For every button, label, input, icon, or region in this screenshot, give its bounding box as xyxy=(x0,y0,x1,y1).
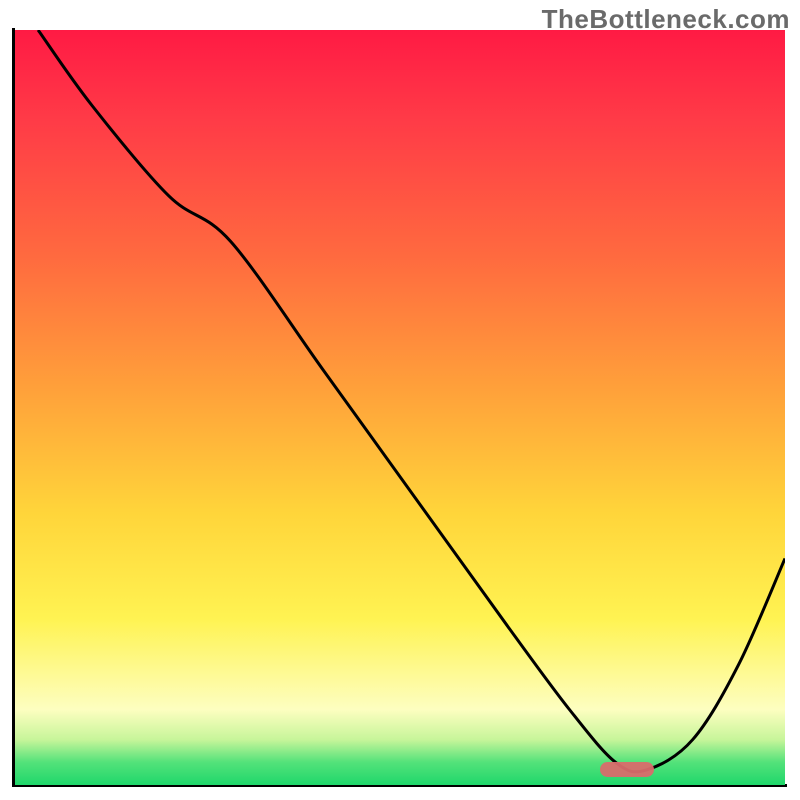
plot-area xyxy=(15,30,785,785)
optimal-marker xyxy=(600,762,654,777)
watermark-text: TheBottleneck.com xyxy=(542,4,790,35)
bottleneck-curve-path xyxy=(38,30,785,772)
curve-layer xyxy=(15,30,785,785)
bottleneck-chart: TheBottleneck.com xyxy=(0,0,800,800)
